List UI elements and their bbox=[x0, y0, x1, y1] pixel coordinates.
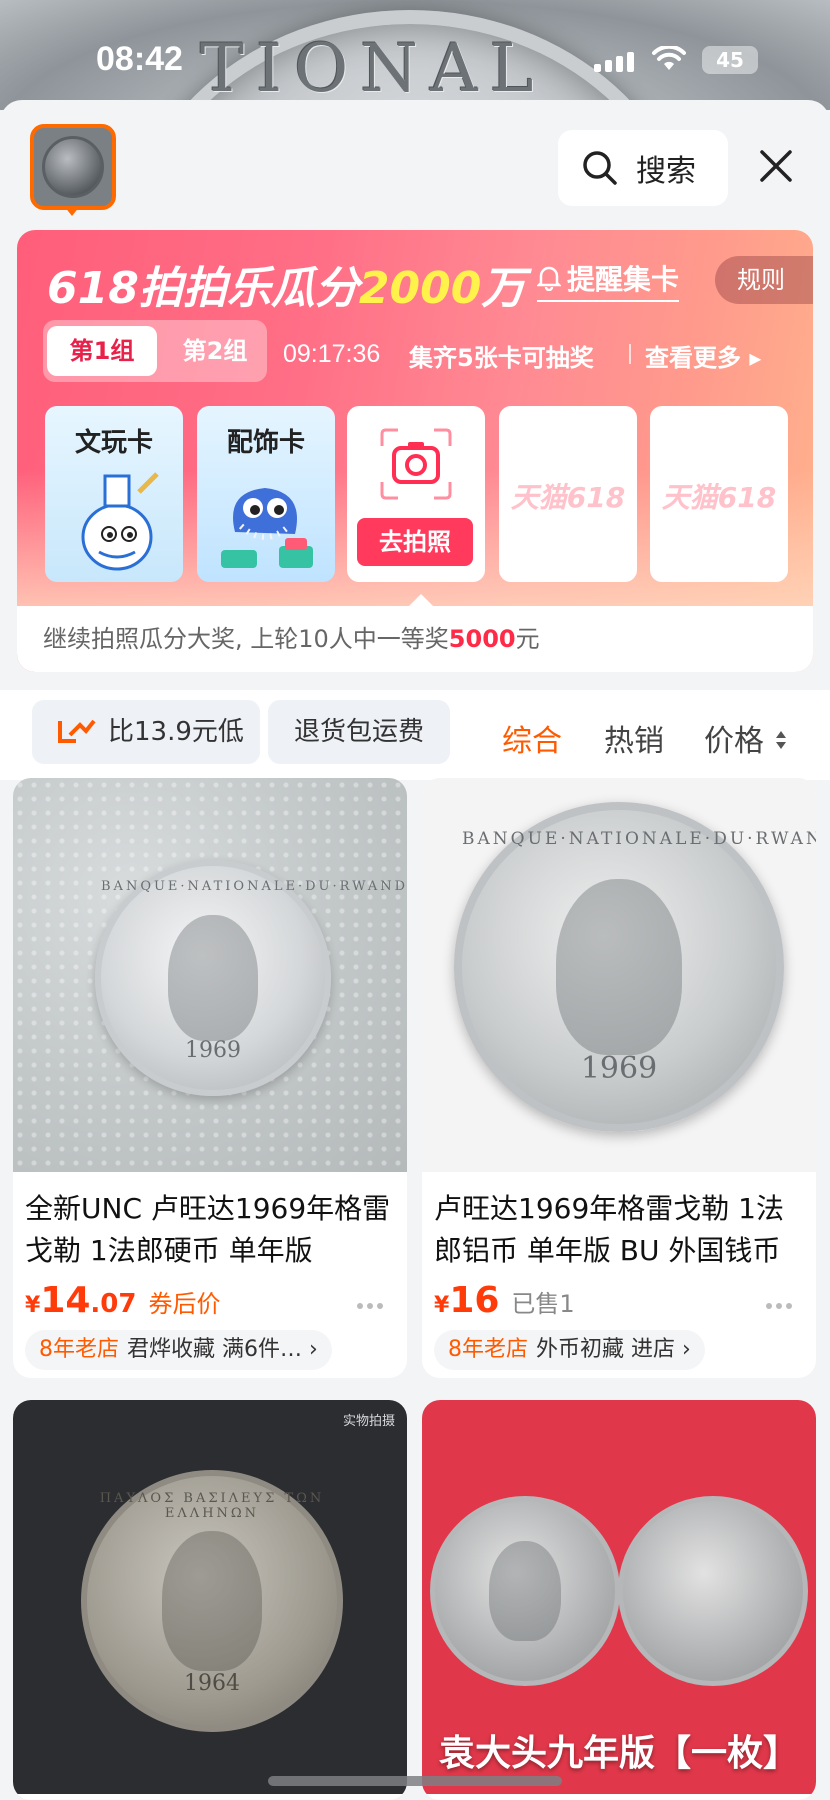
promo-title: 618拍拍乐瓜分2000万 bbox=[47, 263, 526, 314]
card-label: 文玩卡 bbox=[74, 428, 153, 458]
product-card[interactable]: BANQUE·NATIONALE·DU·RWANDA 1969 卢旺达1969年… bbox=[422, 778, 816, 1378]
product-title: 全新UNC 卢旺达1969年格雷戈勒 1法郎硬币 单年版 bbox=[25, 1192, 391, 1267]
card-peishi[interactable]: 配饰卡 bbox=[197, 406, 335, 582]
product-image: BANQUE·NATIONALE·DU·RWANDA 1969 bbox=[13, 778, 407, 1172]
close-button[interactable] bbox=[756, 146, 796, 186]
coin-image-reverse bbox=[618, 1496, 808, 1686]
card-label: 配饰卡 bbox=[226, 428, 305, 458]
image-tag: 实物拍摄 bbox=[342, 1414, 395, 1429]
thumbnail-pointer bbox=[64, 206, 80, 216]
status-bar: 08:42 45 bbox=[0, 0, 830, 100]
camera-icon bbox=[380, 428, 452, 500]
coin-image: BANQUE·NATIONALE·DU·RWANDA 1969 bbox=[95, 860, 407, 1096]
wifi-icon bbox=[652, 44, 686, 76]
query-image-thumbnail[interactable] bbox=[30, 124, 116, 210]
image-caption: 袁大头九年版【一枚】 bbox=[438, 1733, 799, 1774]
home-indicator[interactable] bbox=[268, 1776, 562, 1786]
search-icon bbox=[583, 151, 617, 185]
sort-price[interactable]: 价格 bbox=[704, 716, 788, 760]
coin-image-obverse bbox=[430, 1496, 620, 1686]
more-options-icon[interactable] bbox=[766, 1294, 798, 1309]
filter-lower-price[interactable]: 比13.9元低 bbox=[32, 700, 260, 764]
product-title: 卢旺达1969年格雷戈勒 1法郎铝币 单年版 BU 外国钱币 bbox=[434, 1192, 784, 1267]
go-photo-button[interactable]: 去拍照 bbox=[357, 518, 473, 566]
product-card[interactable]: BANQUE·NATIONALE·DU·RWANDA 1969 全新UNC 卢旺… bbox=[13, 778, 407, 1378]
rules-button[interactable]: 规则 bbox=[715, 256, 813, 304]
tmall-618-watermark: 天猫618 bbox=[661, 481, 777, 514]
product-card[interactable]: 袁大头九年版【一枚】 bbox=[422, 1400, 816, 1800]
price-row: ¥16 已售1 bbox=[434, 1280, 575, 1321]
product-image: 袁大头九年版【一枚】 bbox=[422, 1400, 816, 1794]
bell-icon bbox=[537, 266, 561, 291]
price-down-icon bbox=[58, 719, 96, 743]
vase-icon bbox=[81, 472, 159, 571]
coin-image: BANQUE·NATIONALE·DU·RWANDA 1969 bbox=[454, 802, 816, 1132]
footer-pointer bbox=[409, 594, 433, 606]
search-label: 搜索 bbox=[636, 154, 696, 189]
shop-link[interactable]: 8年老店 君烨收藏 满6件… › bbox=[25, 1330, 332, 1370]
product-card[interactable]: 实物拍摄 ΠΑΥΛΟΣ ΒΑΣΙΛΕΥΣ ΤΩΝ ΕΛΛΗΝΩΝ 1964 bbox=[13, 1400, 407, 1800]
sort-arrows-icon bbox=[775, 731, 786, 749]
battery-icon: 45 bbox=[702, 46, 758, 74]
tab-group-1[interactable]: 第1组 bbox=[47, 326, 157, 376]
remind-collect-button[interactable]: 提醒集卡 bbox=[537, 258, 680, 302]
status-time: 08:42 bbox=[96, 40, 183, 78]
promo-footer: 继续拍照瓜分大奖, 上轮10人中一等奖5000元 bbox=[17, 606, 813, 672]
card-empty-slot: 天猫618 bbox=[499, 406, 637, 582]
promo-banner: 618拍拍乐瓜分2000万 提醒集卡 规则 第1组 第2组 09:17:36 集… bbox=[17, 230, 813, 672]
card-take-photo[interactable]: 去拍照 bbox=[347, 406, 485, 582]
tab-group-2[interactable]: 第2组 bbox=[167, 326, 263, 376]
more-options-icon[interactable] bbox=[357, 1294, 389, 1309]
tmall-618-watermark: 天猫618 bbox=[510, 481, 626, 514]
view-more-link[interactable]: 查看更多 ▸ bbox=[645, 338, 761, 373]
sort-hot-sales[interactable]: 热销 bbox=[604, 716, 664, 760]
close-icon bbox=[760, 150, 792, 182]
product-image: BANQUE·NATIONALE·DU·RWANDA 1969 bbox=[422, 778, 816, 1172]
card-wenwan[interactable]: 文玩卡 bbox=[45, 406, 183, 582]
card-empty-slot: 天猫618 bbox=[650, 406, 788, 582]
countdown-timer: 09:17:36 bbox=[283, 340, 381, 368]
coin-image: ΠΑΥΛΟΣ ΒΑΣΙΛΕΥΣ ΤΩΝ ΕΛΛΗΝΩΝ 1964 bbox=[81, 1470, 343, 1732]
filter-free-return[interactable]: 退货包运费 bbox=[268, 700, 450, 764]
divider bbox=[629, 344, 631, 364]
sort-comprehensive[interactable]: 综合 bbox=[502, 716, 562, 760]
search-button[interactable]: 搜索 bbox=[558, 130, 728, 206]
product-image: 实物拍摄 ΠΑΥΛΟΣ ΒΑΣΙΛΕΥΣ ΤΩΝ ΕΛΛΗΝΩΝ 1964 bbox=[13, 1400, 407, 1794]
filter-bar: 比13.9元低 退货包运费 综合 热销 价格 bbox=[0, 690, 830, 780]
price-row: ¥14.07 券后价 bbox=[25, 1280, 221, 1321]
shop-link[interactable]: 8年老店 外币初藏 进店 › bbox=[434, 1330, 705, 1370]
result-sheet: 搜索 618拍拍乐瓜分2000万 提醒集卡 规则 第1组 第2组 09:17:3… bbox=[0, 100, 830, 1800]
collect-hint: 集齐5张卡可抽奖 bbox=[409, 344, 594, 372]
signal-icon bbox=[594, 52, 638, 72]
necklace-icon bbox=[221, 488, 313, 568]
